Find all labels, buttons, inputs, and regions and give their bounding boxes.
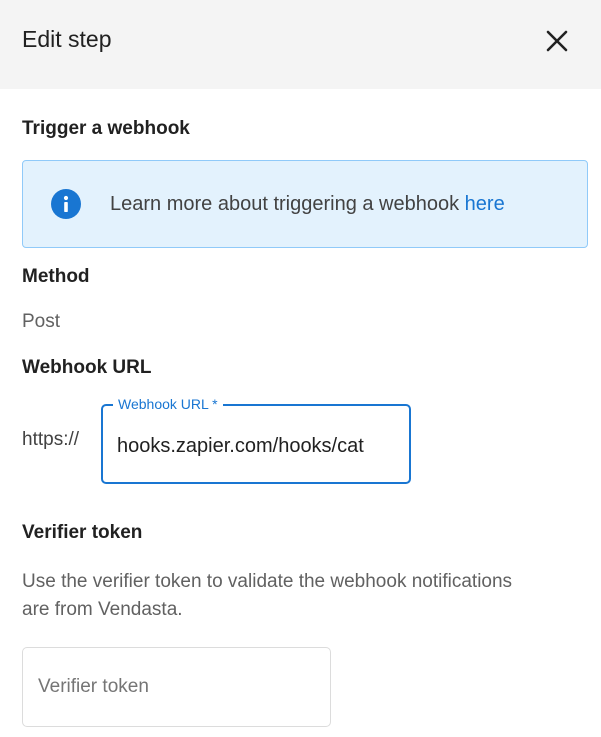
close-icon [546, 30, 568, 51]
verifier-token-input[interactable] [38, 676, 318, 698]
method-heading: Method [22, 266, 90, 287]
info-banner-text: Learn more about triggering a webhook he… [110, 193, 505, 216]
method-value: Post [22, 311, 61, 332]
verifier-token-heading: Verifier token [22, 522, 143, 543]
panel-title: Edit step [22, 26, 112, 52]
webhook-url-heading: Webhook URL [22, 357, 152, 378]
edit-step-panel: Edit step Trigger a webhook Learn more a… [0, 0, 601, 737]
info-banner-message: Learn more about triggering a webhook [110, 192, 465, 215]
close-button[interactable] [541, 25, 573, 57]
learn-more-link[interactable]: here [465, 193, 505, 215]
verifier-token-field[interactable] [22, 647, 331, 727]
webhook-url-field-label: Webhook URL * [113, 396, 223, 412]
webhook-url-field[interactable]: Webhook URL * [101, 396, 411, 484]
panel-header: Edit step [0, 0, 601, 89]
webhook-url-input[interactable] [117, 435, 403, 458]
trigger-webhook-heading: Trigger a webhook [22, 118, 190, 139]
info-banner: Learn more about triggering a webhook he… [22, 160, 588, 248]
verifier-token-description: Use the verifier token to validate the w… [22, 571, 513, 620]
info-icon [51, 189, 81, 219]
url-prefix: https:// [22, 429, 80, 450]
